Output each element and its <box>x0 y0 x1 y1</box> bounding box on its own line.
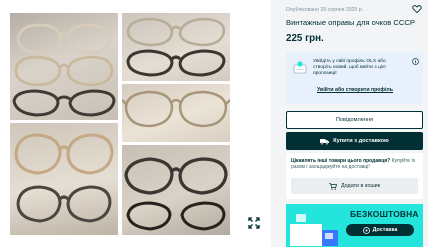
cart-icon <box>329 182 337 190</box>
add-to-cart-card: Цікавлять інші товари цього продавця? Ку… <box>286 153 423 199</box>
delivery-pill-label: Доставка <box>372 227 398 233</box>
gallery-photo[interactable] <box>122 84 230 142</box>
listing-page: Опубліковано 29 серпня 2025 р. Винтажные… <box>0 0 428 247</box>
cart-promo-text: Цікавлять інші товари цього продавця? Ку… <box>291 158 419 171</box>
posted-date: Опубліковано 29 серпня 2025 р. <box>286 7 364 13</box>
profile-illustration-icon <box>293 61 307 74</box>
message-button[interactable]: Повідомлення <box>286 111 423 129</box>
olx-delivery-icon <box>362 226 370 234</box>
buy-button-label: Купити з доставкою <box>333 138 389 144</box>
login-link[interactable]: Увійти або створити профіль <box>317 87 393 93</box>
delivery-pill: Доставка <box>346 224 414 236</box>
listing-price: 225 грн. <box>286 33 324 44</box>
banner-title: БЕЗКОШТОВНА <box>350 209 419 219</box>
gallery-photo[interactable] <box>10 123 118 235</box>
gallery-photo[interactable] <box>122 13 230 81</box>
add-to-cart-label: Додати в кошик <box>340 183 381 189</box>
heart-icon[interactable] <box>412 4 422 14</box>
buy-with-delivery-button[interactable]: Купити з доставкою <box>286 132 423 150</box>
listing-title: Винтажные оправы для очков СССР <box>286 18 415 27</box>
free-delivery-banner[interactable]: БЕЗКОШТОВНА Доставка <box>286 204 423 247</box>
delivery-truck-illustration <box>290 214 338 246</box>
listing-sidebar: Опубліковано 29 серпня 2025 р. Винтажные… <box>280 0 428 247</box>
gallery-photo[interactable] <box>10 13 118 120</box>
gallery-photo[interactable] <box>122 145 230 235</box>
login-promo-card: Увійдіть у свій профіль OLX або створіть… <box>286 52 423 104</box>
info-icon[interactable] <box>412 58 419 65</box>
promo-text: Увійдіть у свій профіль OLX або створіть… <box>313 59 386 77</box>
photo-gallery[interactable] <box>0 0 271 247</box>
expand-icon[interactable] <box>247 216 261 230</box>
add-to-cart-button[interactable]: Додати в кошик <box>291 178 418 194</box>
truck-icon <box>320 138 330 145</box>
